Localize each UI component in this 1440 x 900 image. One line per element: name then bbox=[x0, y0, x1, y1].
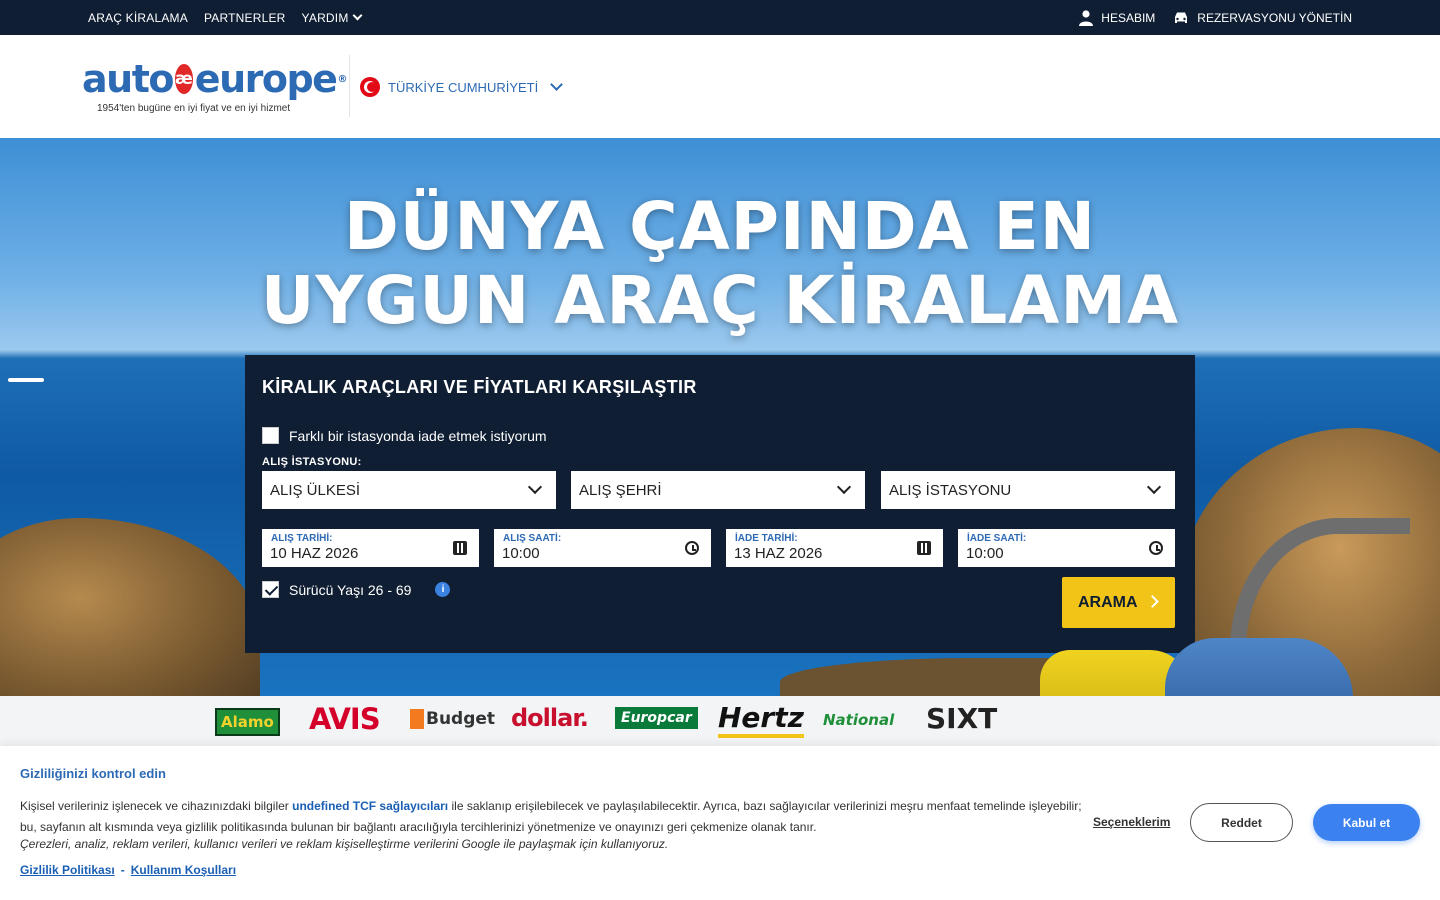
pickup-country-value: ALIŞ ÜLKESİ bbox=[270, 481, 361, 499]
driver-age-checkbox[interactable] bbox=[262, 581, 279, 598]
return-time-field[interactable]: İADE SAATİ: 10:00 bbox=[958, 529, 1175, 567]
brand-logo-avis: AVIS bbox=[309, 702, 381, 736]
return-time-value: 10:00 bbox=[966, 545, 1004, 562]
header-divider bbox=[349, 55, 350, 117]
return-time-label: İADE SAATİ: bbox=[967, 533, 1027, 544]
return-date-value: 13 HAZ 2026 bbox=[734, 545, 823, 562]
pickup-date-field[interactable]: ALIŞ TARİHİ: 10 HAZ 2026 bbox=[262, 529, 479, 567]
nav-help-label: YARDIM bbox=[301, 10, 349, 25]
pickup-station-select[interactable]: ALIŞ İSTASYONU bbox=[881, 471, 1175, 509]
brand-logo-sixt: SIXT bbox=[926, 702, 998, 735]
google-note: Çerezleri, analiz, reklam verileri, kull… bbox=[20, 837, 669, 851]
pickup-country-select[interactable]: ALIŞ ÜLKESİ bbox=[262, 471, 556, 509]
autoeurope-logo[interactable]: auto æ europe ® 1954'ten bugüne en iyi f… bbox=[82, 57, 347, 117]
info-icon[interactable]: i bbox=[435, 582, 451, 597]
chevron-down-icon bbox=[527, 479, 543, 495]
chevron-down-icon bbox=[352, 10, 362, 20]
top-nav-right: HESABIM REZERVASYONU YÖNETİN bbox=[1079, 0, 1352, 35]
different-return-option[interactable]: Farklı bir istasyonda iade etmek istiyor… bbox=[262, 427, 547, 444]
chevron-down-icon bbox=[550, 78, 564, 91]
pickup-date-label: ALIŞ TARİHİ: bbox=[271, 533, 333, 544]
site-header: auto æ europe ® 1954'ten bugüne en iyi f… bbox=[0, 35, 1440, 138]
pickup-time-label: ALIŞ SAATİ: bbox=[503, 533, 562, 544]
boat-image bbox=[8, 378, 44, 382]
brand-logo-national: National bbox=[823, 711, 895, 729]
top-nav-left: ARAÇ KİRALAMA PARTNERLER YARDIM bbox=[88, 0, 362, 35]
hero-title-line2: UYGUN ARAÇ KİRALAMA bbox=[260, 262, 1180, 339]
pickup-station-label: ALIŞ İSTASYONU: bbox=[262, 456, 362, 468]
hero-title-line1: DÜNYA ÇAPINDA EN bbox=[344, 188, 1096, 265]
pickup-time-value: 10:00 bbox=[502, 545, 540, 562]
pickup-date-value: 10 HAZ 2026 bbox=[270, 545, 359, 562]
top-nav-bar: ARAÇ KİRALAMA PARTNERLER YARDIM HESABIM … bbox=[0, 0, 1440, 35]
different-return-label: Farklı bir istasyonda iade etmek istiyor… bbox=[289, 427, 547, 444]
clock-icon bbox=[1149, 541, 1163, 555]
calendar-icon bbox=[453, 541, 467, 555]
return-date-label: İADE TARİHİ: bbox=[735, 533, 798, 544]
hero-title: DÜNYA ÇAPINDA EN UYGUN ARAÇ KİRALAMA bbox=[0, 190, 1440, 338]
brand-logo-hertz: Hertz bbox=[718, 701, 804, 738]
turkey-flag-icon bbox=[360, 77, 380, 97]
clock-icon bbox=[685, 541, 699, 555]
my-options-link[interactable]: Seçeneklerim bbox=[1093, 815, 1170, 829]
logo-registered-mark: ® bbox=[337, 73, 347, 85]
driver-age-label: Sürücü Yaşı 26 - 69 bbox=[289, 581, 412, 598]
cookie-title: Gizliliğinizi kontrol edin bbox=[20, 766, 166, 781]
manage-booking-link[interactable]: REZERVASYONU YÖNETİN bbox=[1173, 11, 1352, 25]
brand-logo-europcar: Europcar bbox=[615, 707, 698, 729]
logo-text-europe: europe bbox=[194, 57, 338, 101]
pickup-time-field[interactable]: ALIŞ SAATİ: 10:00 bbox=[494, 529, 711, 567]
search-panel: KİRALIK ARAÇLARI VE FİYATLARI KARŞILAŞTI… bbox=[245, 355, 1195, 653]
cookie-text-part1: Kişisel verileriniz işlenecek ve cihazın… bbox=[20, 799, 293, 813]
cookie-policy-links: Gizlilik Politikası - Kullanım Koşulları bbox=[20, 863, 236, 877]
brand-logo-budget: Budget bbox=[410, 709, 495, 729]
calendar-icon bbox=[917, 541, 931, 555]
pickup-city-select[interactable]: ALIŞ ŞEHRİ bbox=[571, 471, 865, 509]
logo-tagline: 1954'ten bugüne en iyi fiyat ve en iyi h… bbox=[97, 103, 291, 114]
country-label: TÜRKİYE CUMHURİYETİ bbox=[388, 79, 539, 95]
pickup-city-value: ALIŞ ŞEHRİ bbox=[579, 481, 662, 499]
nav-partners-link[interactable]: PARTNERLER bbox=[204, 11, 286, 25]
car-icon bbox=[1175, 12, 1188, 23]
search-button[interactable]: ARAMA bbox=[1062, 577, 1175, 628]
pickup-station-value: ALIŞ İSTASYONU bbox=[889, 481, 1012, 499]
terms-of-use-link[interactable]: Kullanım Koşulları bbox=[131, 863, 236, 877]
rental-brands-strip: Alamo AVIS Budget dollar. Europcar Hertz… bbox=[0, 696, 1440, 746]
brand-logo-alamo: Alamo bbox=[215, 708, 280, 736]
logo-text-auto: auto bbox=[82, 57, 174, 101]
cookie-consent-banner: Gizliliğinizi kontrol edin Kişisel veril… bbox=[0, 746, 1440, 900]
different-return-checkbox[interactable] bbox=[262, 427, 279, 444]
country-selector[interactable]: TÜRKİYE CUMHURİYETİ bbox=[360, 77, 564, 97]
tcf-vendors-link[interactable]: undefined TCF sağlayıcıları bbox=[292, 799, 448, 813]
reject-button[interactable]: Reddet bbox=[1190, 803, 1293, 842]
chevron-down-icon bbox=[836, 479, 852, 495]
account-link[interactable]: HESABIM bbox=[1079, 9, 1156, 26]
brand-logo-dollar: dollar. bbox=[511, 704, 589, 732]
user-icon bbox=[1079, 9, 1094, 26]
privacy-policy-link[interactable]: Gizlilik Politikası bbox=[20, 863, 115, 877]
chevron-down-icon bbox=[1146, 479, 1162, 495]
accept-button[interactable]: Kabul et bbox=[1313, 804, 1420, 841]
logo-wordmark: auto æ europe ® bbox=[82, 57, 347, 101]
link-separator: - bbox=[120, 863, 125, 877]
cliff-left-image bbox=[0, 518, 260, 696]
driver-age-option: Sürücü Yaşı 26 - 69 i bbox=[262, 581, 451, 598]
return-date-field[interactable]: İADE TARİHİ: 13 HAZ 2026 bbox=[726, 529, 943, 567]
search-button-label: ARAMA bbox=[1078, 593, 1138, 611]
account-label: HESABIM bbox=[1101, 10, 1156, 25]
logo-ae-mark: æ bbox=[174, 64, 193, 94]
search-heading: KİRALIK ARAÇLARI VE FİYATLARI KARŞILAŞTI… bbox=[262, 377, 697, 397]
chevron-right-icon bbox=[1146, 595, 1159, 608]
nav-car-rental-link[interactable]: ARAÇ KİRALAMA bbox=[88, 11, 188, 25]
manage-booking-label: REZERVASYONU YÖNETİN bbox=[1197, 10, 1352, 25]
cookie-description: Kişisel verileriniz işlenecek ve cihazın… bbox=[20, 796, 1090, 838]
nav-help-menu[interactable]: YARDIM bbox=[301, 10, 362, 25]
